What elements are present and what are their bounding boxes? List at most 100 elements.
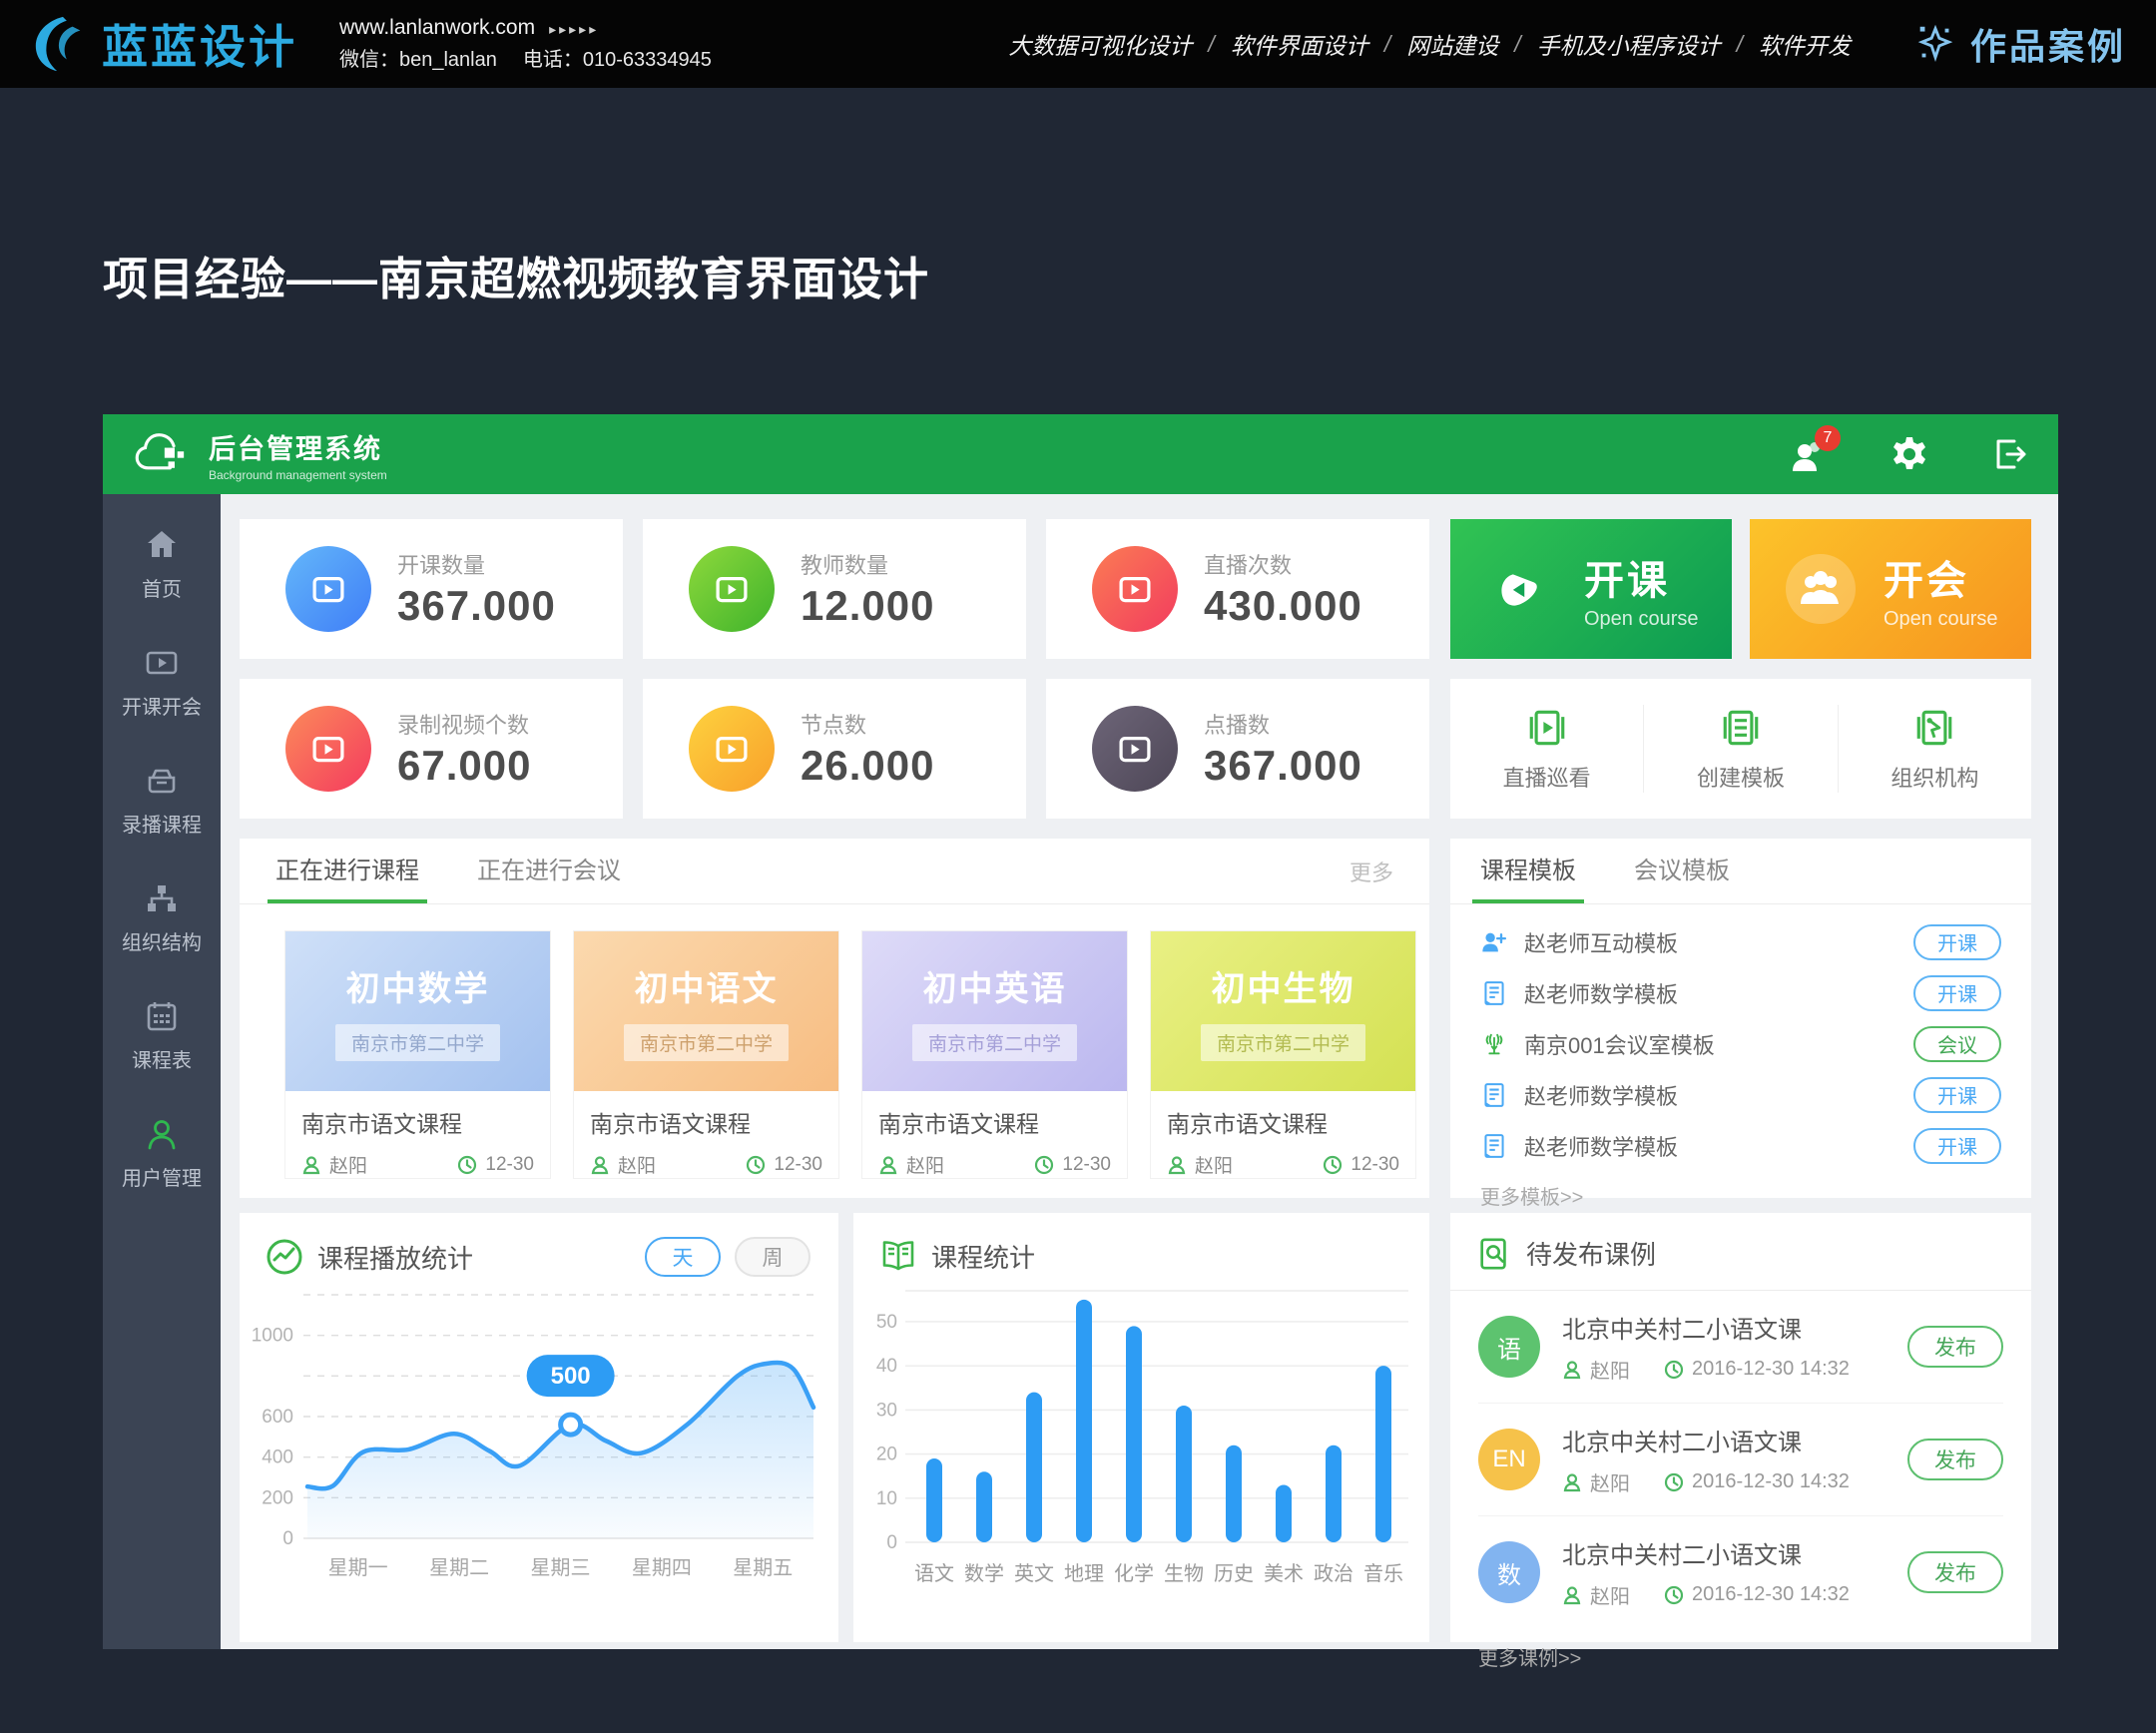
course-time: 12-30 [485, 1154, 534, 1176]
course-card-row: 初中数学 南京市第二中学 南京市语文课程 赵阳 12-30 初中语文 南京市第二… [240, 904, 1429, 1179]
course-play-chart-card: 课程播放统计 天周 02004006001000星期一星期二星期三星期四星期五5… [240, 1213, 838, 1642]
template-name: 赵老师数学模板 [1524, 977, 1678, 1009]
toggle-天[interactable]: 天 [645, 1237, 721, 1277]
lanlan-logo-icon [30, 13, 92, 75]
lesson-datetime: 2016-12-30 14:32 [1692, 1583, 1850, 1606]
publish-item: EN 北京中关村二小语文课 赵阳 2016-12-30 14:32 发布 [1478, 1404, 2003, 1516]
clock-icon [1034, 1155, 1054, 1175]
stat-video-play-icon [285, 546, 371, 632]
quick-action-组织机构[interactable]: 组织机构 [1838, 705, 2031, 793]
sidebar-item-课程表[interactable]: 课程表 [132, 999, 192, 1073]
arrows-decoration: ▸▸▸▸▸ [549, 21, 599, 37]
publish-button[interactable]: 发布 [1907, 1439, 2003, 1480]
course-card-初中英语[interactable]: 初中英语 南京市第二中学 南京市语文课程 赵阳 12-30 [861, 930, 1128, 1179]
sidebar-item-label: 课程表 [132, 1044, 192, 1073]
template-action-button[interactable]: 开课 [1913, 1077, 2001, 1113]
template-action-button[interactable]: 开课 [1913, 1128, 2001, 1164]
sidebar-item-录播课程[interactable]: 录播课程 [122, 764, 202, 838]
svg-text:600: 600 [262, 1407, 293, 1428]
svg-text:1000: 1000 [252, 1326, 293, 1347]
sidebar-item-首页[interactable]: 首页 [142, 528, 182, 602]
clock-icon [1664, 1472, 1684, 1492]
quick-action-label: 组织机构 [1890, 761, 1978, 793]
course-card-初中数学[interactable]: 初中数学 南京市第二中学 南京市语文课程 赵阳 12-30 [284, 930, 551, 1179]
more-lessons-link[interactable]: 更多课例>> [1478, 1642, 2031, 1671]
site-contact: www.lanlanwork.com▸▸▸▸▸ 微信：ben_lanlan电话：… [339, 14, 738, 73]
tab-会议模板[interactable]: 会议模板 [1634, 839, 1730, 903]
nav-item-1[interactable]: 大数据可视化设计 [992, 27, 1208, 61]
nav-item-3[interactable]: 网站建设 [1390, 27, 1514, 61]
course-time: 12-30 [774, 1154, 822, 1176]
bar-chart-title: 课程统计 [931, 1238, 1035, 1275]
publish-button[interactable]: 发布 [1907, 1326, 2003, 1368]
doc-branch-icon [1911, 705, 1957, 751]
lesson-datetime: 2016-12-30 14:32 [1692, 1470, 1850, 1493]
sidebar-item-用户管理[interactable]: 用户管理 [122, 1117, 202, 1191]
quick-action-创建模板[interactable]: 创建模板 [1643, 705, 1837, 793]
subject-avatar: EN [1478, 1429, 1540, 1490]
tab-课程模板[interactable]: 课程模板 [1480, 839, 1576, 903]
notification-badge: 7 [1815, 425, 1841, 451]
lesson-title: 北京中关村二小语文课 [1562, 1310, 1850, 1345]
quick-action-直播巡看[interactable]: 直播巡看 [1450, 705, 1643, 793]
template-action-button[interactable]: 开课 [1913, 975, 2001, 1011]
sidebar-item-组织结构[interactable]: 组织结构 [122, 881, 202, 955]
portfolio-label: 作品案例 [1970, 18, 2126, 70]
template-action-button[interactable]: 会议 [1913, 1026, 2001, 1062]
portfolio-link[interactable]: 作品案例 [1912, 18, 2126, 70]
nav-item-4[interactable]: 手机及小程序设计 [1521, 27, 1737, 61]
settings-button[interactable] [1890, 435, 1928, 473]
stat-value: 12.000 [801, 582, 934, 630]
quick-action-label: 创建模板 [1697, 761, 1785, 793]
publish-item: 语 北京中关村二小语文课 赵阳 2016-12-30 14:32 发布 [1478, 1291, 2003, 1404]
home-icon [145, 528, 179, 562]
template-row: 南京001会议室模板 会议 [1480, 1018, 2001, 1069]
svg-text:星期四: 星期四 [632, 1557, 692, 1579]
person-icon [1562, 1360, 1582, 1380]
doc-search-icon [1476, 1236, 1512, 1272]
site-banner: 蓝蓝设计 www.lanlanwork.com▸▸▸▸▸ 微信：ben_lanl… [0, 0, 2156, 88]
subject-avatar: 数 [1478, 1541, 1540, 1603]
app-header: 后台管理系统 Background management system 7 [103, 414, 2058, 494]
logout-button[interactable] [1990, 435, 2028, 473]
phone-number: 电话：010-63334945 [523, 49, 712, 71]
notifications-button[interactable]: 7 [1791, 435, 1829, 473]
templates-panel: 课程模板会议模板 赵老师互动模板 开课 赵老师数学模板 开课 南京001会议室模… [1450, 839, 2031, 1198]
more-templates-link[interactable]: 更多模板>> [1480, 1181, 2031, 1210]
sidebar-item-开课开会[interactable]: 开课开会 [122, 646, 202, 720]
sparkle-icon [1912, 21, 1958, 67]
svg-text:20: 20 [876, 1444, 897, 1465]
stat-label: 录制视频个数 [397, 708, 531, 740]
template-name: 赵老师数学模板 [1524, 1130, 1678, 1162]
publish-item: 数 北京中关村二小语文课 赵阳 2016-12-30 14:32 发布 [1478, 1516, 2003, 1628]
nav-item-2[interactable]: 软件界面设计 [1215, 27, 1384, 61]
course-card-初中生物[interactable]: 初中生物 南京市第二中学 南京市语文课程 赵阳 12-30 [1150, 930, 1416, 1179]
svg-text:0: 0 [886, 1532, 897, 1553]
stat-label: 点播数 [1204, 708, 1362, 740]
stat-label: 开课数量 [397, 548, 556, 580]
stat-value: 26.000 [801, 742, 934, 790]
person-icon [1562, 1585, 1582, 1605]
stat-card-录制视频个数: 录制视频个数 67.000 [240, 679, 623, 819]
stat-label: 节点数 [801, 708, 934, 740]
sidebar-item-label: 录播课程 [122, 809, 202, 838]
tab-正在进行课程[interactable]: 正在进行课程 [275, 839, 419, 903]
toggle-周[interactable]: 周 [735, 1237, 810, 1277]
logout-icon [1990, 435, 2028, 473]
template-name: 南京001会议室模板 [1524, 1028, 1715, 1060]
publish-button[interactable]: 发布 [1907, 1551, 2003, 1593]
course-card-初中语文[interactable]: 初中语文 南京市第二中学 南京市语文课程 赵阳 12-30 [573, 930, 839, 1179]
clock-icon [457, 1155, 477, 1175]
more-link[interactable]: 更多 [1349, 856, 1393, 887]
site-url[interactable]: www.lanlanwork.com [339, 16, 535, 39]
stat-value: 367.000 [1204, 742, 1362, 790]
clock-icon [1664, 1585, 1684, 1605]
big-button-开会[interactable]: 开会 Open course [1750, 519, 2031, 659]
big-button-开课[interactable]: 开课 Open course [1450, 519, 1732, 659]
svg-text:50: 50 [876, 1312, 897, 1333]
line-chart-title: 课程播放统计 [317, 1239, 473, 1276]
people-icon [1784, 552, 1858, 626]
nav-item-5[interactable]: 软件开发 [1743, 27, 1867, 61]
template-action-button[interactable]: 开课 [1913, 924, 2001, 960]
tab-正在进行会议[interactable]: 正在进行会议 [477, 839, 621, 903]
